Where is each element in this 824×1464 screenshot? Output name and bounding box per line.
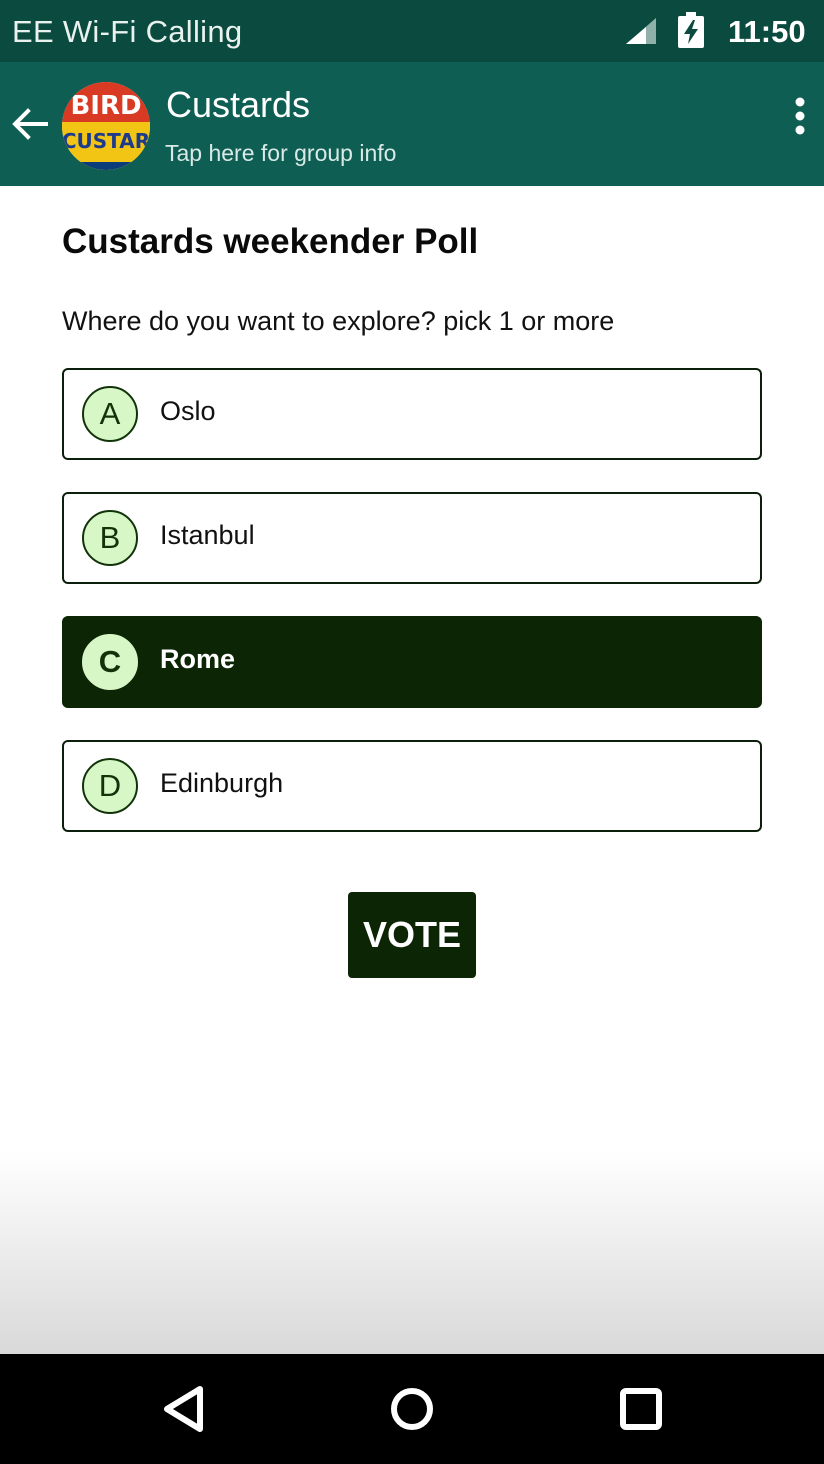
poll-option-oslo[interactable]: A Oslo <box>62 368 762 460</box>
option-label: Rome <box>160 644 236 674</box>
more-vert-icon[interactable] <box>786 96 814 136</box>
vote-button[interactable]: VOTE <box>348 892 476 978</box>
group-avatar[interactable]: BIRD CUSTAR <box>62 82 150 170</box>
system-nav-bar <box>0 1354 824 1464</box>
back-arrow-icon[interactable] <box>8 102 52 146</box>
option-letter-badge: B <box>82 510 138 566</box>
nav-home-icon[interactable] <box>388 1384 436 1434</box>
poll-option-edinburgh[interactable]: D Edinburgh <box>62 740 762 832</box>
avatar-text-bottom: CUSTAR <box>62 129 150 153</box>
background-fade <box>0 1150 824 1354</box>
poll-question: Where do you want to explore? pick 1 or … <box>62 306 615 336</box>
carrier-label: EE Wi-Fi Calling <box>12 14 243 49</box>
option-label: Istanbul <box>160 520 255 550</box>
app-bar: BIRD CUSTAR Custards Tap here for group … <box>0 62 824 186</box>
group-info-link[interactable]: Tap here for group info <box>165 140 396 167</box>
status-bar: EE Wi-Fi Calling 11:50 <box>0 0 824 62</box>
option-letter-badge: C <box>82 634 138 690</box>
option-label: Oslo <box>160 396 216 426</box>
battery-charging-icon <box>678 12 704 48</box>
poll-option-rome[interactable]: C Rome <box>62 616 762 708</box>
option-label: Edinburgh <box>160 768 284 798</box>
option-letter-badge: D <box>82 758 138 814</box>
option-letter-badge: A <box>82 386 138 442</box>
clock: 11:50 <box>728 14 806 49</box>
signal-icon <box>626 18 656 44</box>
poll-option-istanbul[interactable]: B Istanbul <box>62 492 762 584</box>
poll-title: Custards weekender Poll <box>62 222 479 261</box>
avatar-text-top: BIRD <box>70 91 141 121</box>
nav-back-icon[interactable] <box>160 1384 208 1434</box>
nav-recents-icon[interactable] <box>618 1386 664 1432</box>
group-title[interactable]: Custards <box>166 84 310 126</box>
